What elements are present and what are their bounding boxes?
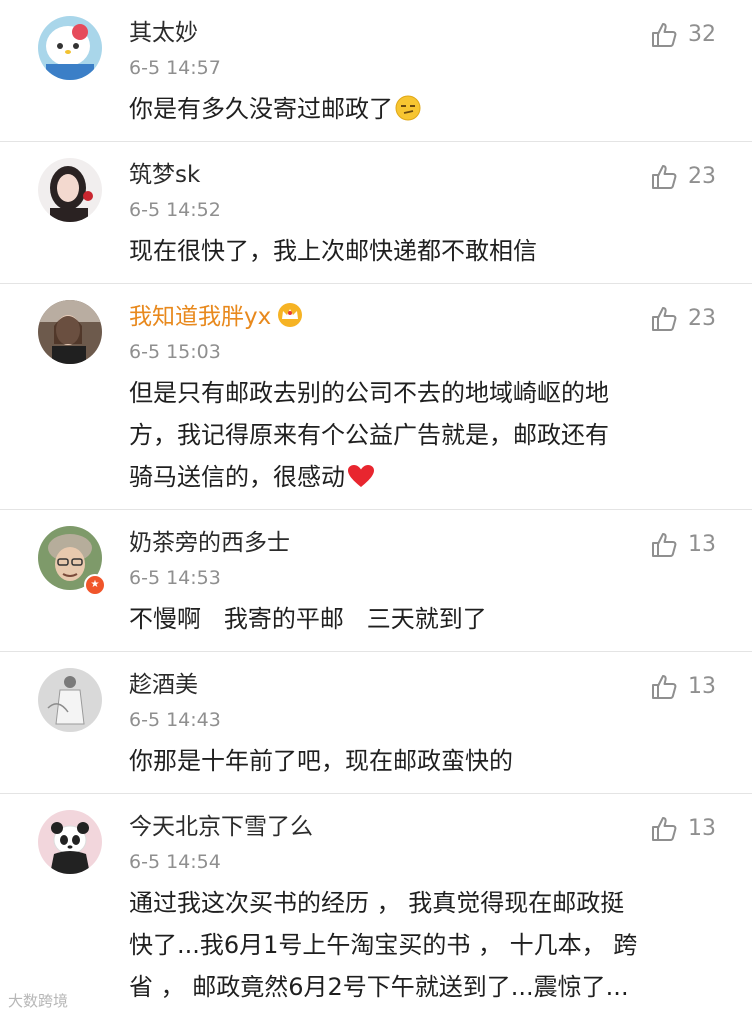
- like-button[interactable]: 32: [650, 20, 716, 50]
- verified-badge: ★: [84, 574, 106, 596]
- comment-text: 你那是十年前了吧，现在邮政蛮快的: [129, 747, 513, 775]
- comment-text: 现在很快了，我上次邮快递都不敢相信: [129, 237, 537, 265]
- avatar[interactable]: [38, 300, 102, 364]
- like-count: 13: [688, 532, 716, 557]
- avatar[interactable]: [38, 158, 102, 222]
- like-button[interactable]: 13: [650, 672, 716, 702]
- thumbs-up-icon: [652, 817, 677, 841]
- username[interactable]: 奶茶旁的西多士: [129, 527, 290, 559]
- timestamp: 6-5 14:54: [129, 851, 221, 873]
- like-button[interactable]: 13: [650, 530, 716, 560]
- like-count: 13: [688, 816, 716, 841]
- comment-item: 趁酒美 6-5 14:43 13 你那是十年前了吧，现在邮政蛮快的: [0, 652, 752, 794]
- thumbs-up-icon: [652, 675, 677, 699]
- username[interactable]: 筑梦sk: [129, 159, 200, 191]
- comment-item: 筑梦sk 6-5 14:52 23 现在很快了，我上次邮快递都不敢相信: [0, 142, 752, 284]
- timestamp: 6-5 15:03: [129, 341, 221, 363]
- comment-item: ★ 奶茶旁的西多士 6-5 14:53 13 不慢啊 我寄的平邮 三天就到了: [0, 510, 752, 652]
- thumbs-up-icon: [652, 165, 677, 189]
- like-button[interactable]: 23: [650, 162, 716, 192]
- comment-item: 我知道我胖yx 6-5 15:03 23 但是只有邮政去别的公司不去的地域崎岖的…: [0, 284, 752, 510]
- avatar[interactable]: [38, 668, 102, 732]
- username[interactable]: 趁酒美: [129, 669, 198, 701]
- smirk-face-icon: [395, 95, 421, 121]
- avatar[interactable]: [38, 16, 102, 80]
- like-count: 13: [688, 674, 716, 699]
- comment-text: 你是有多久没寄过邮政了: [129, 88, 729, 130]
- username[interactable]: 今天北京下雪了么: [129, 811, 313, 843]
- comment-text-content: 你是有多久没寄过邮政了: [129, 95, 393, 123]
- thumbs-up-icon: [652, 307, 677, 331]
- watermark: 大数跨境: [8, 992, 69, 1010]
- thumbs-up-icon: [652, 23, 677, 47]
- like-count: 23: [688, 164, 716, 189]
- comment-text: 但是只有邮政去别的公司不去的地域崎岖的地 方，我记得原来有个公益广告就是，邮政还…: [129, 372, 729, 498]
- thumbs-up-icon: [652, 533, 677, 557]
- comment-text: 不慢啊 我寄的平邮 三天就到了: [129, 605, 487, 633]
- username-text: 我知道我胖yx: [129, 304, 272, 330]
- username[interactable]: 其太妙: [129, 17, 198, 49]
- comment-item: 其太妙 6-5 14:57 32 你是有多久没寄过邮政了: [0, 0, 752, 142]
- like-count: 32: [688, 22, 716, 47]
- heart-icon: [348, 465, 374, 487]
- avatar[interactable]: [38, 810, 102, 874]
- username[interactable]: 我知道我胖yx: [129, 301, 305, 333]
- timestamp: 6-5 14:43: [129, 709, 221, 731]
- timestamp: 6-5 14:53: [129, 567, 221, 589]
- crown-icon: [278, 303, 303, 327]
- comment-text: 通过我这次买书的经历 ， 我真觉得现在邮政挺 快了...我6月1号上午淘宝买的书…: [129, 889, 638, 1001]
- like-button[interactable]: 23: [650, 304, 716, 334]
- comment-item: 今天北京下雪了么 6-5 14:54 13 通过我这次买书的经历 ， 我真觉得现…: [0, 794, 752, 1017]
- timestamp: 6-5 14:52: [129, 199, 221, 221]
- timestamp: 6-5 14:57: [129, 57, 221, 79]
- like-button[interactable]: 13: [650, 814, 716, 844]
- like-count: 23: [688, 306, 716, 331]
